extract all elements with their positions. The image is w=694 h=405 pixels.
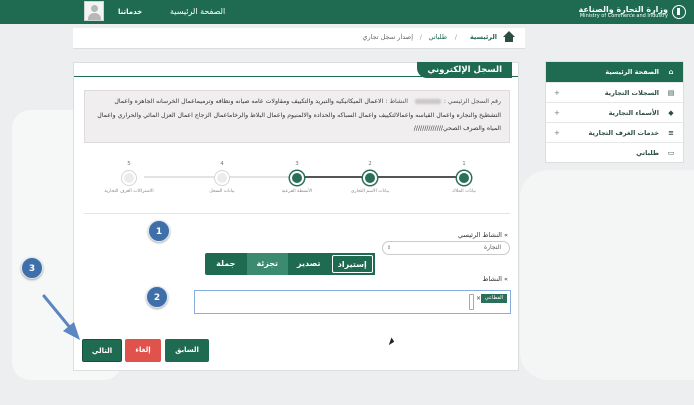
sidebar-item-my-requests[interactable]: ▭ طلباتي bbox=[546, 142, 683, 162]
sidebar-item-label: السجلات التجارية bbox=[604, 89, 659, 97]
step-circle bbox=[215, 171, 229, 185]
activity-multiselect[interactable]: القطاعي × bbox=[194, 290, 511, 314]
document-icon: ▤ bbox=[667, 89, 675, 97]
sidebar-item-home[interactable]: ⌂ الصفحة الرئيسية bbox=[546, 62, 683, 82]
sidebar-item-trade-names[interactable]: ◆ الأسماء التجارية + bbox=[546, 102, 683, 122]
breadcrumb-separator: / bbox=[419, 33, 422, 41]
next-button[interactable]: التالي bbox=[82, 339, 122, 362]
tag-icon: ◆ bbox=[668, 109, 674, 117]
expand-plus-icon[interactable]: + bbox=[554, 103, 560, 123]
step-sub-activities[interactable]: 3 الأنشطة الفرعية bbox=[267, 161, 327, 194]
activity-info-label: النشاط : bbox=[385, 98, 408, 105]
step-label: بيانات السجل bbox=[209, 189, 235, 194]
step-circle bbox=[363, 171, 377, 185]
step-trade-name[interactable]: 2 بيانات الاسم التجاري bbox=[340, 161, 400, 194]
step-circle bbox=[290, 171, 304, 185]
step-chamber-subscriptions[interactable]: 5 الاشتراكات الغرف التجارية bbox=[99, 161, 159, 194]
breadcrumb: الرئيسية / طلباتي / إصدار سجل تجاري bbox=[73, 28, 525, 49]
callout-badge-3: 3 bbox=[21, 257, 43, 279]
list-icon: ≡ bbox=[668, 129, 674, 137]
ministry-logo[interactable]: وزارة التجارة والصناعة Ministry of Comme… bbox=[536, 2, 686, 22]
activity-type-wholesale[interactable]: جملة bbox=[205, 253, 247, 275]
cancel-button[interactable]: إلغاء bbox=[125, 339, 161, 362]
previous-button[interactable]: السابق bbox=[165, 339, 209, 362]
background-decoration-right bbox=[520, 170, 694, 380]
sidebar-item-label: الصفحة الرئيسية bbox=[605, 68, 659, 76]
card-icon: ▭ bbox=[667, 149, 675, 157]
breadcrumb-home[interactable]: الرئيسية bbox=[470, 33, 497, 41]
breadcrumb-current: إصدار سجل تجاري bbox=[362, 33, 413, 41]
select-arrows-icon: ⇕ bbox=[387, 245, 392, 251]
home-icon[interactable] bbox=[503, 31, 515, 43]
step-label: بيانات الملاك bbox=[452, 189, 476, 194]
main-activity-label: » النشاط الرئيسي bbox=[457, 231, 508, 239]
redacted-value bbox=[414, 98, 441, 104]
activity-type-segmented: جملة تجزئة تصدير إستيراد bbox=[205, 253, 375, 275]
activity-type-import-label: إستيراد bbox=[331, 255, 373, 273]
step-number: 2 bbox=[368, 161, 372, 167]
activity-tag: القطاعي bbox=[480, 294, 507, 303]
step-circle bbox=[122, 171, 136, 185]
step-label: الأنشطة الفرعية bbox=[281, 189, 313, 194]
step-number: 1 bbox=[462, 161, 466, 167]
activity-type-import[interactable]: إستيراد bbox=[329, 253, 375, 275]
step-owners[interactable]: 1 بيانات الملاك bbox=[434, 161, 494, 194]
activity-label: » النشاط bbox=[482, 275, 508, 283]
callout-badge-2: 2 bbox=[146, 286, 168, 308]
sidebar-item-label: طلباتي bbox=[636, 149, 659, 157]
electronic-register-panel: السجل الإلكتروني رقم السجل الرئيسي : الن… bbox=[73, 62, 519, 371]
sidebar-item-chamber-services[interactable]: ≡ خدمات الغرف التجارية + bbox=[546, 122, 683, 142]
breadcrumb-requests[interactable]: طلباتي bbox=[429, 33, 448, 41]
main-activity-value: التجارة bbox=[483, 244, 501, 251]
sidebar: ⌂ الصفحة الرئيسية ▤ السجلات التجارية + ◆… bbox=[545, 61, 684, 163]
tag-remove-icon[interactable]: × bbox=[476, 294, 481, 303]
sidebar-item-commercial-registers[interactable]: ▤ السجلات التجارية + bbox=[546, 82, 683, 102]
step-label: الاشتراكات الغرف التجارية bbox=[104, 189, 154, 194]
panel-title: السجل الإلكتروني bbox=[417, 62, 512, 78]
activity-type-export[interactable]: تصدير bbox=[288, 253, 330, 275]
home-icon: ⌂ bbox=[668, 68, 674, 76]
nav-home-link[interactable]: الصفحة الرئيسية bbox=[170, 0, 225, 24]
text-cursor-icon bbox=[469, 294, 474, 310]
services-menu[interactable]: خدماتنا bbox=[118, 0, 142, 24]
step-number: 5 bbox=[127, 161, 131, 167]
main-activity-select[interactable]: ⇕ التجارة bbox=[382, 241, 510, 255]
step-number: 3 bbox=[295, 161, 299, 167]
palm-emblem-icon bbox=[672, 5, 686, 19]
callout-badge-1: 1 bbox=[148, 220, 170, 242]
step-label: بيانات الاسم التجاري bbox=[350, 189, 390, 194]
sidebar-item-label: خدمات الغرف التجارية bbox=[588, 129, 659, 137]
expand-plus-icon[interactable]: + bbox=[554, 83, 560, 103]
avatar[interactable] bbox=[84, 1, 104, 21]
step-circle bbox=[457, 171, 471, 185]
sidebar-item-label: الأسماء التجارية bbox=[608, 109, 659, 117]
expand-plus-icon[interactable]: + bbox=[554, 123, 560, 143]
step-number: 4 bbox=[220, 161, 224, 167]
logo-english-text: Ministry of Commerce and Industry bbox=[579, 12, 668, 19]
top-navbar: وزارة التجارة والصناعة Ministry of Comme… bbox=[0, 0, 694, 24]
breadcrumb-separator: / bbox=[454, 33, 457, 41]
register-info-box: رقم السجل الرئيسي : النشاط : الاعمال الم… bbox=[84, 90, 510, 143]
register-number-label: رقم السجل الرئيسي : bbox=[443, 98, 501, 105]
step-register-data[interactable]: 4 بيانات السجل bbox=[192, 161, 252, 194]
divider bbox=[84, 213, 510, 214]
activity-type-retail[interactable]: تجزئة bbox=[246, 253, 288, 275]
